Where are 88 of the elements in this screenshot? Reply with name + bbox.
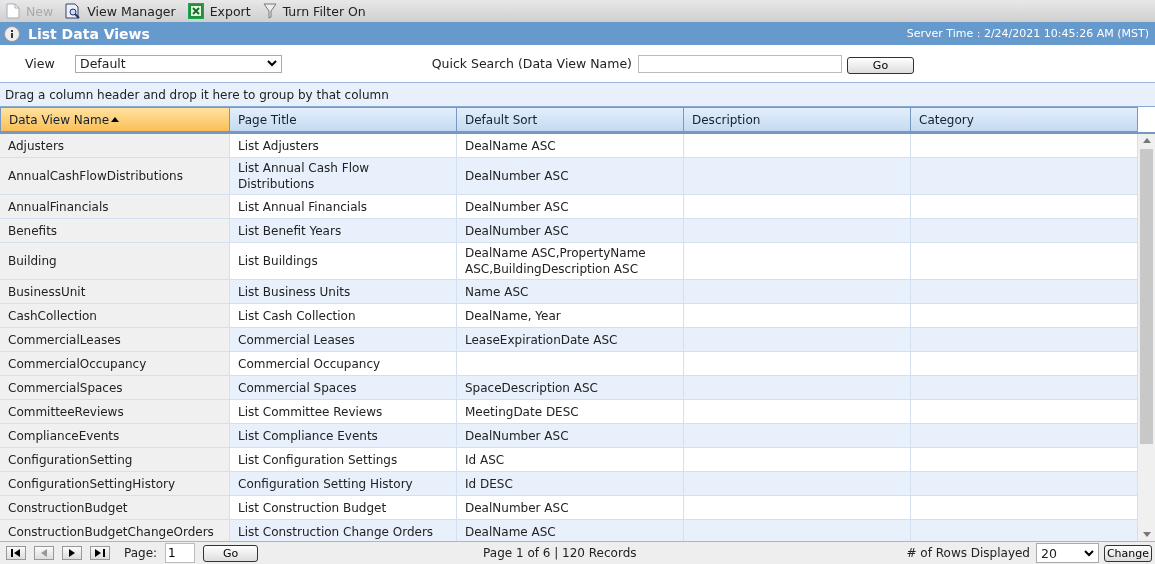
record-summary: Page 1 of 6 | 120 Records xyxy=(483,546,637,560)
toolbar-button[interactable]: View Manager xyxy=(65,3,176,19)
scroll-up-icon[interactable] xyxy=(1142,138,1151,143)
next-page-button[interactable] xyxy=(62,546,82,560)
page-label: Page: xyxy=(124,546,158,560)
previous-page-button[interactable] xyxy=(34,546,54,560)
quick-search-label: Quick Search (Data View Name) xyxy=(431,56,632,71)
view-label: View xyxy=(25,56,56,71)
table-cell: AnnualFinancials xyxy=(0,195,230,218)
toolbar-button[interactable]: Turn Filter On xyxy=(262,3,366,19)
go-button[interactable]: Go xyxy=(847,57,914,74)
rows-dropdown[interactable]: 20 xyxy=(1036,543,1099,563)
table-cell: DealNumber ASC xyxy=(457,195,684,218)
table-cell: BusinessUnit xyxy=(0,280,230,303)
table-cell: DealNumber ASC xyxy=(457,424,684,447)
column-header[interactable]: Description xyxy=(684,107,911,132)
spreadsheet-icon xyxy=(187,3,204,19)
table-cell: DealNumber ASC xyxy=(457,219,684,242)
table-cell: CashCollection xyxy=(0,304,230,327)
change-button[interactable]: Change xyxy=(1104,544,1152,562)
table-cell: Name ASC xyxy=(457,280,684,303)
table-cell: DealName ASC,PropertyName ASC,BuildingDescription ASC xyxy=(457,243,684,279)
chevron-down-icon xyxy=(267,60,277,67)
table-cell: ConfigurationSettingHistory xyxy=(0,472,230,495)
table-cell: List Compliance Events xyxy=(230,424,457,447)
table-cell: CommitteeReviews xyxy=(0,400,230,423)
info-icon xyxy=(4,25,20,42)
table-cell: Configuration Setting History xyxy=(230,472,457,495)
table-cell: SpaceDescription ASC xyxy=(457,376,684,399)
table-cell: LeaseExpirationDate ASC xyxy=(457,328,684,351)
table-cell: ConstructionBudgetChangeOrders xyxy=(0,520,230,541)
scrollbar[interactable] xyxy=(1138,134,1155,541)
sort-ascending-icon xyxy=(111,117,120,122)
last-page-button[interactable] xyxy=(90,546,110,560)
funnel-icon xyxy=(262,3,277,19)
table-cell: List Business Units xyxy=(230,280,457,303)
toolbar-button[interactable]: Export xyxy=(187,3,251,19)
previous-icon xyxy=(41,549,47,557)
column-header[interactable]: Data View Name xyxy=(0,107,230,132)
column-header[interactable]: Category xyxy=(911,107,1138,132)
rows-displayed-label: # of Rows Displayed xyxy=(906,546,1030,560)
document-icon xyxy=(6,3,20,19)
last-page-icon xyxy=(95,549,105,557)
table-cell: DealNumber ASC xyxy=(457,496,684,519)
table-cell: Adjusters xyxy=(0,134,230,157)
table-cell: List Construction Budget xyxy=(230,496,457,519)
first-page-icon xyxy=(11,549,21,557)
table-cell: AnnualCashFlowDistributions xyxy=(0,158,230,194)
table-cell: List Cash Collection xyxy=(230,304,457,327)
quick-search-field[interactable] xyxy=(638,54,842,73)
first-page-button[interactable] xyxy=(6,546,26,560)
server-time: Server Time : 2/24/2021 10:45:26 AM (MST) xyxy=(906,27,1149,40)
column-header[interactable]: Page Title xyxy=(230,107,457,132)
table-cell: List Buildings xyxy=(230,243,457,279)
table-cell: Benefits xyxy=(0,219,230,242)
table-cell: CommercialSpaces xyxy=(0,376,230,399)
table-cell: List Adjusters xyxy=(230,134,457,157)
table-cell: Id DESC xyxy=(457,472,684,495)
table-cell: Commercial Occupancy xyxy=(230,352,457,375)
table-cell: DealNumber ASC xyxy=(457,158,684,194)
table-cell: ConfigurationSetting xyxy=(0,448,230,471)
page-title: List Data Views xyxy=(28,25,150,42)
page-field[interactable]: 1 xyxy=(165,543,196,563)
table-cell: Commercial Leases xyxy=(230,328,457,351)
table-cell: List Committee Reviews xyxy=(230,400,457,423)
table-cell: Building xyxy=(0,243,230,279)
column-header[interactable]: Default Sort xyxy=(457,107,684,132)
table-cell: List Annual Financials xyxy=(230,195,457,218)
table-cell: MeetingDate DESC xyxy=(457,400,684,423)
table-cell: ConstructionBudget xyxy=(0,496,230,519)
go-button[interactable]: Go xyxy=(203,544,259,562)
table-cell: List Benefit Years xyxy=(230,219,457,242)
table-cell: Commercial Spaces xyxy=(230,376,457,399)
chevron-down-icon xyxy=(1084,549,1094,557)
table-cell: List Configuration Settings xyxy=(230,448,457,471)
view-dropdown[interactable]: Default xyxy=(75,54,282,73)
table-cell: DealName, Year xyxy=(457,304,684,327)
next-icon xyxy=(69,549,75,557)
table-cell: CommercialOccupancy xyxy=(0,352,230,375)
table-cell: CommercialLeases xyxy=(0,328,230,351)
table-cell: DealName ASC xyxy=(457,134,684,157)
scroll-down-icon[interactable] xyxy=(1142,532,1151,537)
table-cell: ComplianceEvents xyxy=(0,424,230,447)
document-magnifier-icon xyxy=(65,3,82,19)
table-cell: List Annual Cash Flow Distributions xyxy=(230,158,457,194)
table-cell: Id ASC xyxy=(457,448,684,471)
group-panel: Drag a column header and drop it here to group by that column xyxy=(0,82,1155,106)
scrollbar-thumb[interactable] xyxy=(1140,149,1153,444)
